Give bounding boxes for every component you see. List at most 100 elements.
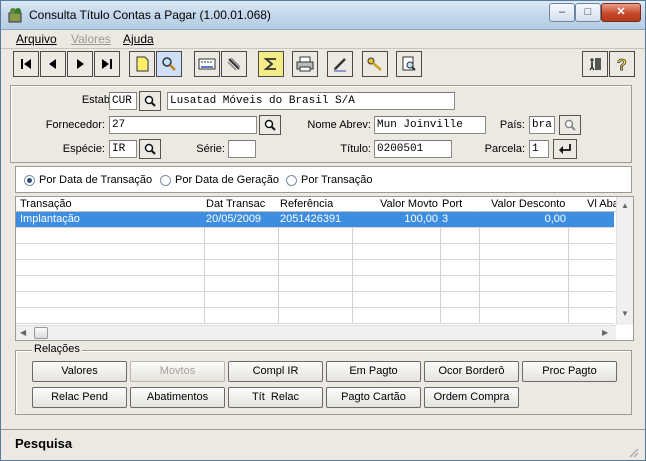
- sum-icon: [263, 58, 276, 70]
- radio-por-data-geracao[interactable]: Por Data de Geração: [160, 174, 279, 186]
- scroll-left-icon[interactable]: ◀: [20, 328, 26, 337]
- sort-options-panel: Por Data de Transação Por Data de Geraçã…: [15, 166, 632, 193]
- nome-abrev-field[interactable]: Mun Joinville: [374, 116, 486, 134]
- estab-label: Estab:: [81, 94, 113, 106]
- estab-field[interactable]: CUR: [109, 92, 137, 110]
- keys-button[interactable]: [362, 51, 388, 77]
- filter-button[interactable]: [221, 51, 247, 77]
- serie-field[interactable]: [228, 140, 256, 158]
- last-icon: [102, 59, 112, 69]
- estab-lookup-button[interactable]: [139, 91, 161, 111]
- serie-label: Série:: [196, 143, 225, 155]
- pais-field[interactable]: bra: [529, 116, 555, 134]
- fornecedor-field[interactable]: 27: [109, 116, 257, 134]
- radio-label: Por Data de Transação: [39, 174, 153, 186]
- ocor-bordero-button[interactable]: Ocor Borderô: [424, 361, 519, 382]
- status-text: Pesquisa: [15, 436, 73, 451]
- maximize-button[interactable]: □: [575, 3, 601, 22]
- titulo-label: Título:: [340, 143, 371, 155]
- query-icon: [402, 56, 416, 71]
- relacoes-title: Relações: [32, 343, 82, 355]
- minimize-button[interactable]: –: [549, 3, 575, 22]
- keys-icon: [367, 57, 382, 71]
- edit-button[interactable]: [327, 51, 353, 77]
- help-button[interactable]: ?: [609, 51, 635, 77]
- menu-ajuda[interactable]: Ajuda: [123, 32, 154, 46]
- tit-relac-button[interactable]: Tít Relac: [228, 387, 323, 408]
- window-title: Consulta Título Contas a Pagar (1.00.01.…: [29, 8, 271, 22]
- resize-grip-icon[interactable]: [627, 446, 639, 458]
- abatimentos-button[interactable]: Abatimentos: [130, 387, 225, 408]
- especie-label: Espécie:: [62, 143, 105, 155]
- transactions-grid[interactable]: Transação Dat Transac Referência Valor M…: [15, 196, 634, 341]
- table-row[interactable]: [16, 260, 614, 276]
- edit-icon: [334, 58, 346, 72]
- next-record-button[interactable]: [67, 51, 93, 77]
- col-header-valor-desconto[interactable]: Valor Desconto: [491, 198, 565, 210]
- col-header-port[interactable]: Port: [442, 198, 462, 210]
- pagto-cartao-button[interactable]: Pagto Cartão: [326, 387, 421, 408]
- last-record-button[interactable]: [94, 51, 120, 77]
- table-row[interactable]: [16, 292, 614, 308]
- movtos-button[interactable]: Movtos: [130, 361, 225, 382]
- table-row[interactable]: [16, 276, 614, 292]
- title-bar[interactable]: Consulta Título Contas a Pagar (1.00.01.…: [1, 1, 645, 30]
- table-row[interactable]: [16, 244, 614, 260]
- new-button[interactable]: [129, 51, 155, 77]
- zoom-icon: [144, 95, 156, 107]
- table-row[interactable]: [16, 228, 614, 244]
- query-button[interactable]: [396, 51, 422, 77]
- pais-lookup-button[interactable]: [559, 115, 581, 135]
- print-icon: [296, 56, 314, 72]
- fornecedor-lookup-button[interactable]: [259, 115, 281, 135]
- especie-field[interactable]: IR: [109, 140, 137, 158]
- scroll-down-icon[interactable]: ▼: [621, 309, 629, 318]
- titulo-field[interactable]: 0200501: [374, 140, 452, 158]
- col-header-referencia[interactable]: Referência: [280, 198, 333, 210]
- grid-header: Transação Dat Transac Referência Valor M…: [16, 197, 619, 212]
- search-button[interactable]: [156, 51, 182, 77]
- especie-lookup-button[interactable]: [139, 139, 161, 159]
- menu-arquivo[interactable]: Arquivo: [16, 32, 57, 46]
- search-icon: [162, 57, 176, 71]
- col-header-valor-movto[interactable]: Valor Movto: [380, 198, 438, 210]
- vertical-scrollbar[interactable]: ▲ ▼: [616, 197, 633, 325]
- col-header-transacao[interactable]: Transação: [20, 198, 72, 210]
- radio-dot: [24, 174, 35, 186]
- fornecedor-label: Fornecedor:: [45, 119, 105, 131]
- goto-button[interactable]: [194, 51, 220, 77]
- table-row[interactable]: [16, 308, 614, 324]
- scroll-up-icon[interactable]: ▲: [621, 201, 629, 210]
- radio-por-transacao[interactable]: Por Transação: [286, 174, 373, 186]
- zoom-icon: [144, 143, 156, 155]
- estab-name-field[interactable]: Lusatad Móveis do Brasil S/A: [167, 92, 455, 110]
- relacoes-panel: Relações Valores Movtos Compl IR Em Pagt…: [15, 343, 632, 415]
- table-row[interactable]: Implantação 20/05/2009 2051426391 100,00…: [16, 212, 614, 228]
- scroll-thumb[interactable]: [34, 327, 48, 339]
- sum-button[interactable]: [258, 51, 284, 77]
- help-icon: ?: [617, 57, 627, 73]
- col-header-dat-transac[interactable]: Dat Transac: [206, 198, 265, 210]
- horizontal-scrollbar[interactable]: ◀ ▶: [16, 325, 616, 340]
- parcela-field[interactable]: 1: [529, 140, 549, 158]
- print-button[interactable]: [292, 51, 318, 77]
- prev-record-button[interactable]: [40, 51, 66, 77]
- close-button[interactable]: ✕: [601, 3, 641, 22]
- cell-referencia: 2051426391: [280, 213, 342, 225]
- col-header-vl-aba[interactable]: Vl Aba: [587, 198, 619, 210]
- em-pagto-button[interactable]: Em Pagto: [326, 361, 421, 382]
- menu-bar: Arquivo Valores Ajuda: [1, 30, 645, 49]
- svg-text:?: ?: [617, 57, 627, 73]
- first-record-button[interactable]: [13, 51, 39, 77]
- valores-button[interactable]: Valores: [32, 361, 127, 382]
- exit-button[interactable]: [582, 51, 608, 77]
- menu-valores[interactable]: Valores: [71, 32, 111, 46]
- compl-ir-button[interactable]: Compl IR: [228, 361, 323, 382]
- parcela-go-button[interactable]: [553, 139, 577, 159]
- ordem-compra-button[interactable]: Ordem Compra: [424, 387, 519, 408]
- relac-pend-button[interactable]: Relac Pend: [32, 387, 127, 408]
- enter-icon: [559, 144, 571, 154]
- radio-por-data-transacao[interactable]: Por Data de Transação: [24, 174, 152, 186]
- scroll-right-icon[interactable]: ▶: [602, 328, 608, 337]
- proc-pagto-button[interactable]: Proc Pagto: [522, 361, 617, 382]
